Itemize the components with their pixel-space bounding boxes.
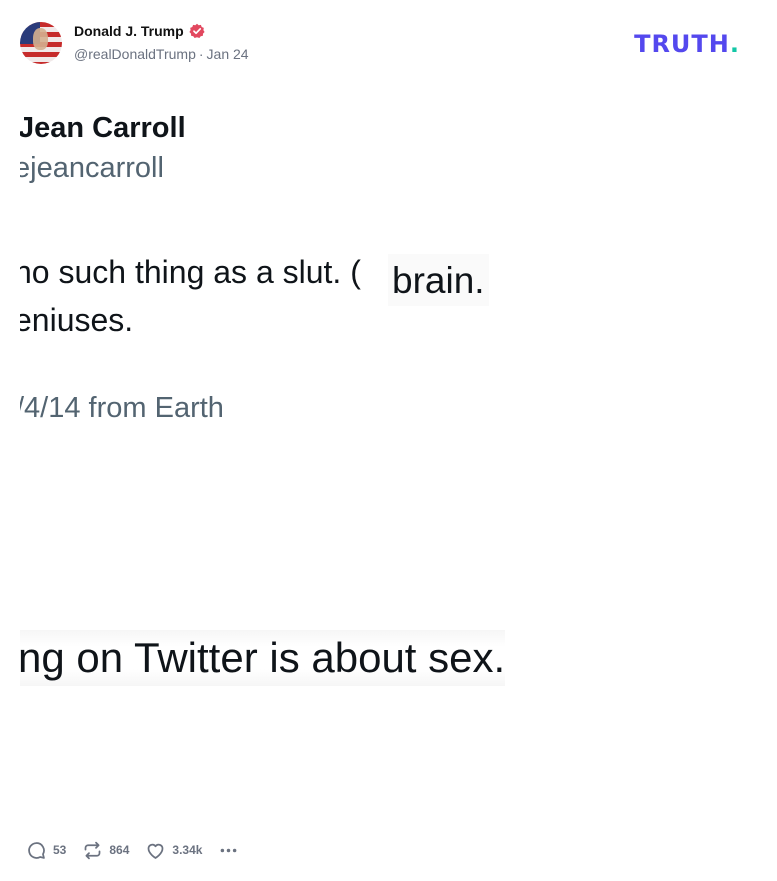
- screenshot-author-name: Jean Carroll: [20, 112, 186, 144]
- reply-count: 53: [53, 843, 67, 857]
- reply-button[interactable]: 53: [26, 840, 66, 861]
- avatar-face: [33, 28, 48, 50]
- screenshot-tweet-date: /4/14 from Earth: [20, 392, 224, 424]
- retruth-button[interactable]: 864: [82, 840, 129, 861]
- screenshot-tweet-line-2: eniuses.: [20, 302, 134, 338]
- more-icon: [221, 848, 237, 852]
- author-handle-row: @realDonaldTrump · Jan 24: [74, 46, 249, 62]
- author-display-name[interactable]: Donald J. Trump: [74, 23, 184, 39]
- retruth-count: 864: [109, 843, 130, 857]
- like-count: 3.34k: [172, 843, 203, 857]
- verified-badge-icon: [189, 23, 205, 39]
- author-name-row: Donald J. Trump: [74, 23, 205, 39]
- post-header: Donald J. Trump @realDonaldTrump · Jan 24 …: [20, 20, 760, 66]
- post-date[interactable]: Jan 24: [207, 46, 249, 62]
- post-action-bar: 53 864 3.34k: [26, 838, 261, 862]
- avatar[interactable]: [20, 22, 62, 64]
- reply-icon: [28, 841, 45, 859]
- like-icon: [148, 843, 164, 859]
- like-button[interactable]: 3.34k: [145, 840, 202, 861]
- separator: ·: [198, 46, 204, 62]
- truth-logo-dot: .: [729, 30, 740, 58]
- embedded-screenshot-image: Jean Carroll ejeancarroll no such thing …: [20, 78, 760, 808]
- screenshot-tweet-patch: brain.: [388, 254, 489, 306]
- truth-logo-text: TRUTH: [634, 30, 730, 58]
- author-handle[interactable]: @realDonaldTrump: [74, 46, 196, 62]
- truth-logo[interactable]: TRUTH.: [634, 30, 740, 58]
- more-options-button[interactable]: [218, 840, 245, 861]
- retruth-icon: [84, 841, 101, 859]
- screenshot-tweet-bottom-line: ng on Twitter is about sex.: [20, 630, 506, 686]
- screenshot-tweet-line-1: no such thing as a slut. (: [20, 254, 361, 290]
- screenshot-author-handle: ejeancarroll: [20, 152, 164, 184]
